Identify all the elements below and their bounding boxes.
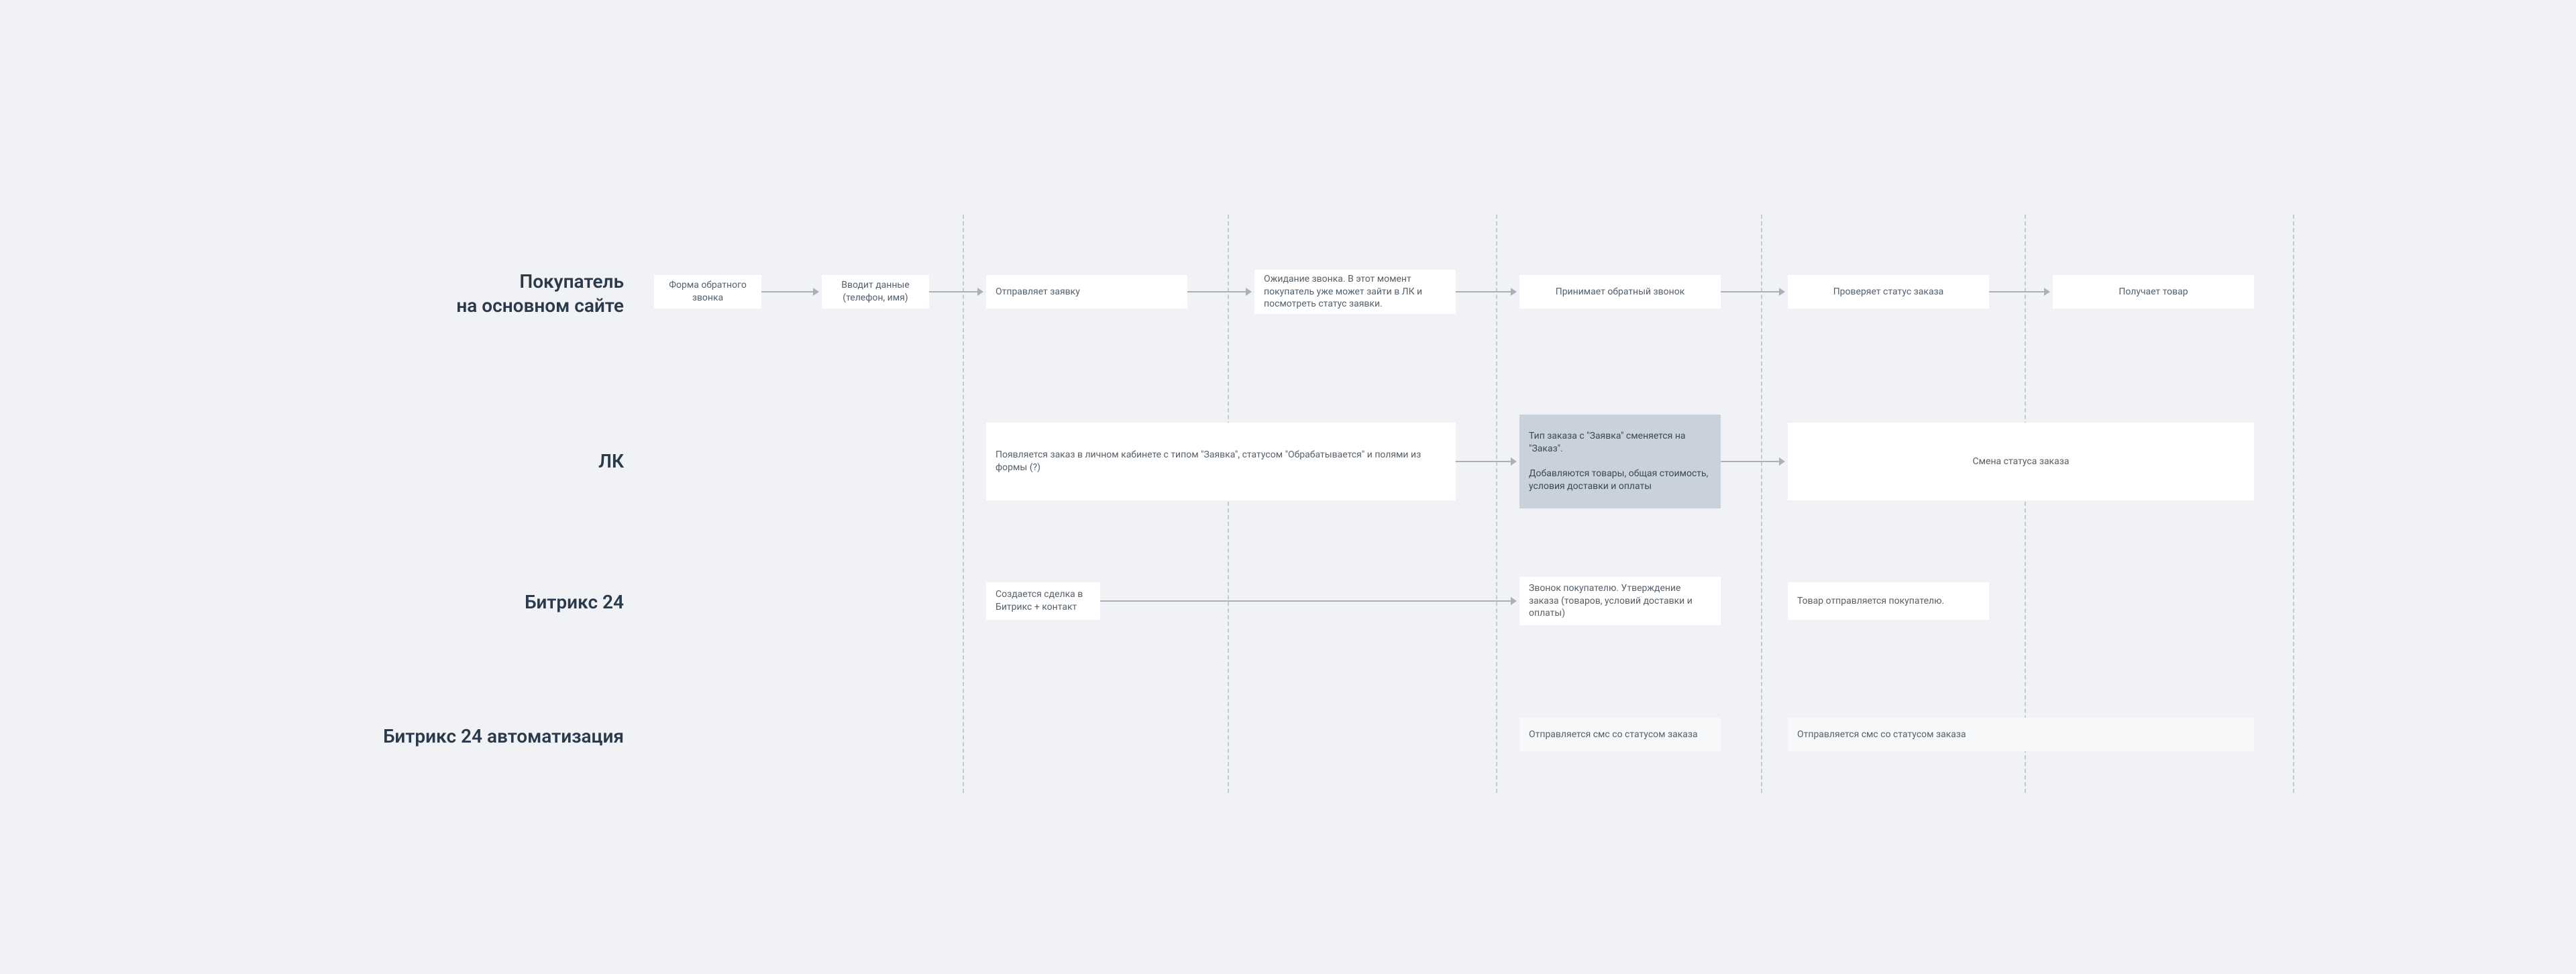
node-text: Смена статуса заказа bbox=[1973, 455, 2070, 468]
node-buyer-callback: Принимает обратный звонок bbox=[1519, 275, 1721, 309]
arrow bbox=[1721, 291, 1784, 292]
node-text: Проверяет статус заказа bbox=[1833, 286, 1944, 299]
node-auto-sms1: Отправляется смс со статусом заказа bbox=[1519, 718, 1721, 751]
node-text: Тип заказа с "Заявка" сменяется на "Зака… bbox=[1529, 430, 1711, 493]
arrow bbox=[1721, 461, 1784, 462]
arrow bbox=[1456, 461, 1516, 462]
node-lk-order-appears: Появляется заказ в личном кабинете с тип… bbox=[986, 423, 1456, 500]
node-text: Принимает обратный звонок bbox=[1556, 286, 1685, 299]
arrow bbox=[929, 291, 983, 292]
node-text: Вводит данные (телефон, имя) bbox=[831, 279, 920, 305]
column-divider bbox=[1496, 215, 1497, 793]
node-text: Отправляет заявку bbox=[996, 286, 1080, 299]
node-text: Звонок покупателю. Утверждение заказа (т… bbox=[1529, 582, 1711, 620]
arrow bbox=[1187, 291, 1251, 292]
node-text: Появляется заказ в личном кабинете с тип… bbox=[996, 449, 1446, 474]
lane-label-text: ЛК bbox=[598, 450, 624, 472]
node-buyer-submit: Отправляет заявку bbox=[986, 275, 1187, 309]
node-text: Товар отправляется покупателю. bbox=[1797, 595, 1944, 608]
arrow bbox=[1456, 291, 1516, 292]
node-lk-status-change: Смена статуса заказа bbox=[1788, 423, 2254, 500]
node-buyer-check: Проверяет статус заказа bbox=[1788, 275, 1989, 309]
node-buyer-waiting: Ожидание звонка. В этот момент покупател… bbox=[1254, 270, 1456, 314]
node-text: Создается сделка в Битрикс + контакт bbox=[996, 588, 1091, 614]
node-text: Ожидание звонка. В этот момент покупател… bbox=[1264, 273, 1446, 311]
node-lk-type-change: Тип заказа с "Заявка" сменяется на "Зака… bbox=[1519, 415, 1721, 508]
node-bitrix-deal: Создается сделка в Битрикс + контакт bbox=[986, 582, 1100, 620]
node-buyer-form: Форма обратного звонка bbox=[654, 275, 761, 309]
column-divider bbox=[1228, 215, 1229, 793]
node-text: Форма обратного звонка bbox=[663, 279, 752, 305]
node-buyer-receive: Получает товар bbox=[2053, 275, 2254, 309]
column-divider bbox=[1761, 215, 1762, 793]
lane-label-lk: ЛК bbox=[356, 449, 624, 474]
arrow bbox=[1100, 600, 1516, 602]
arrow bbox=[761, 291, 818, 292]
node-text: Отправляется смс со статусом заказа bbox=[1529, 728, 1698, 741]
lane-label-text: Битрикс 24 bbox=[525, 591, 624, 613]
column-divider bbox=[2293, 215, 2294, 793]
lane-label-bitrix-auto: Битрикс 24 автоматизация bbox=[356, 724, 624, 749]
lane-label-buyer: Покупатель на основном сайте bbox=[356, 270, 624, 319]
lane-label-bitrix: Битрикс 24 bbox=[356, 590, 624, 614]
node-text: Получает товар bbox=[2118, 286, 2188, 299]
node-bitrix-ship: Товар отправляется покупателю. bbox=[1788, 582, 1989, 620]
column-divider bbox=[2025, 215, 2026, 793]
node-bitrix-call: Звонок покупателю. Утверждение заказа (т… bbox=[1519, 577, 1721, 625]
column-divider bbox=[963, 215, 964, 793]
arrow bbox=[1989, 291, 2049, 292]
lane-label-text: Покупатель на основном сайте bbox=[456, 270, 624, 317]
lane-label-text: Битрикс 24 автоматизация bbox=[383, 725, 624, 747]
node-buyer-input: Вводит данные (телефон, имя) bbox=[822, 275, 929, 309]
node-auto-sms2: Отправляется смс со статусом заказа bbox=[1788, 718, 2254, 751]
node-text: Отправляется смс со статусом заказа bbox=[1797, 728, 1966, 741]
